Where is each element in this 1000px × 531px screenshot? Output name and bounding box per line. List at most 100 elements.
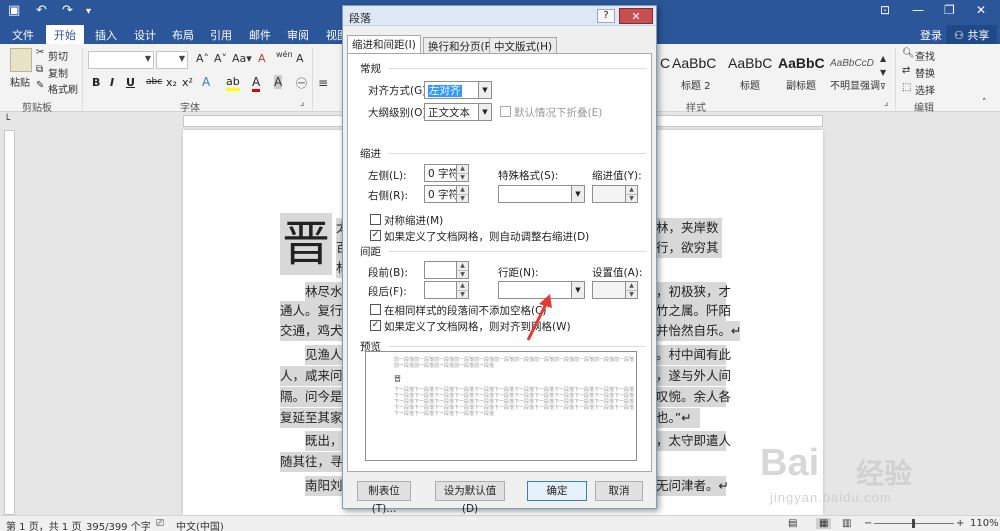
font-color-icon[interactable]: A xyxy=(252,75,261,92)
tab-references[interactable]: 引用 xyxy=(210,27,232,43)
dialog-title-bar[interactable]: 段落 ? ✕ xyxy=(343,6,656,26)
spin-down-icon[interactable]: ▼ xyxy=(625,290,637,298)
style-subtitle-preview[interactable]: AaBbC xyxy=(778,55,825,71)
space-after-spinner[interactable]: ▲ ▼ xyxy=(424,281,469,299)
underline-button[interactable]: U xyxy=(126,76,135,89)
indent-left-spinner[interactable]: 0 字符 ▲ ▼ xyxy=(424,164,469,182)
tab-asian-typography[interactable]: 中文版式(H) xyxy=(489,37,558,53)
subscript-button[interactable]: x₂ xyxy=(166,76,177,89)
tab-layout[interactable]: 布局 xyxy=(172,27,194,43)
spin-down-icon[interactable]: ▼ xyxy=(456,270,468,278)
replace-button[interactable]: 替换 xyxy=(915,65,935,80)
snap-to-grid-checkbox[interactable]: ✓ xyxy=(370,320,381,331)
spin-down-icon[interactable]: ▼ xyxy=(625,194,637,202)
minimize-icon[interactable]: — xyxy=(912,3,924,17)
find-button[interactable]: 查找 xyxy=(915,48,935,63)
enclose-char-icon[interactable]: ㊀ xyxy=(296,75,307,91)
cancel-button[interactable]: 取消 xyxy=(595,481,643,501)
bold-button[interactable]: B xyxy=(92,76,100,89)
restore-icon[interactable]: ❐ xyxy=(944,3,955,17)
tab-home[interactable]: 开始 xyxy=(46,25,84,46)
dialog-close-button[interactable]: ✕ xyxy=(619,8,653,24)
font-size-combo[interactable]: ▼ xyxy=(156,51,188,69)
web-layout-icon[interactable]: ▥ xyxy=(842,518,851,529)
spin-down-icon[interactable]: ▼ xyxy=(456,194,468,202)
customize-toolbar-icon[interactable]: ▾ xyxy=(86,6,91,17)
cut-icon[interactable]: ✂ xyxy=(36,47,44,58)
zoom-slider-thumb[interactable] xyxy=(912,519,915,528)
space-before-spinner[interactable]: ▲ ▼ xyxy=(424,261,469,279)
styles-scroll-down-icon[interactable]: ▼ xyxy=(880,68,886,77)
superscript-button[interactable]: x² xyxy=(182,76,193,89)
zoom-out-button[interactable]: − xyxy=(864,518,872,529)
zoom-in-button[interactable]: + xyxy=(956,518,964,529)
tab-insert[interactable]: 插入 xyxy=(95,27,117,43)
grow-font-icon[interactable]: A˄ xyxy=(196,52,209,65)
tabs-button[interactable]: 制表位(T)... xyxy=(357,481,411,515)
tab-file[interactable]: 文件 xyxy=(12,27,34,43)
print-layout-icon[interactable]: ▦ xyxy=(816,518,832,529)
spin-up-icon[interactable]: ▲ xyxy=(456,165,468,173)
collapse-checkbox[interactable] xyxy=(500,106,511,117)
select-button[interactable]: 选择 xyxy=(915,82,935,97)
undo-icon[interactable]: ↶ xyxy=(36,3,47,18)
help-button[interactable]: ? xyxy=(597,9,615,23)
italic-button[interactable]: I xyxy=(110,76,114,89)
char-border-icon[interactable]: A xyxy=(296,52,304,65)
outline-level-select[interactable]: 正文文本 ▼ xyxy=(424,103,492,121)
copy-icon[interactable]: ⧉ xyxy=(36,64,43,75)
read-mode-icon[interactable]: ▤ xyxy=(788,518,797,529)
tab-indents-spacing[interactable]: 缩进和间距(I) xyxy=(347,35,421,53)
set-default-button[interactable]: 设为默认值(D) xyxy=(435,481,505,515)
spin-up-icon[interactable]: ▲ xyxy=(625,186,637,194)
tab-selector-icon[interactable]: └ xyxy=(4,115,10,126)
shrink-font-icon[interactable]: A˅ xyxy=(214,52,227,65)
auto-adjust-right-checkbox[interactable]: ✓ xyxy=(370,230,381,241)
spin-up-icon[interactable]: ▲ xyxy=(625,282,637,290)
spin-down-icon[interactable]: ▼ xyxy=(456,173,468,181)
page-count[interactable]: 第 1 页，共 1 页 xyxy=(6,518,81,531)
format-painter-button[interactable]: 格式刷 xyxy=(48,81,78,96)
mirror-indents-checkbox[interactable] xyxy=(370,214,381,225)
highlight-icon[interactable]: ab xyxy=(226,75,240,91)
char-shading-icon[interactable]: A xyxy=(274,75,283,89)
style-heading2-preview[interactable]: AaBbC xyxy=(672,55,716,71)
language[interactable]: 中文(中国) xyxy=(176,518,224,531)
spin-up-icon[interactable]: ▲ xyxy=(456,262,468,270)
text-effects-icon[interactable]: A xyxy=(202,75,210,89)
spin-down-icon[interactable]: ▼ xyxy=(456,290,468,298)
share-button[interactable]: ⚇ 共享 xyxy=(946,25,998,46)
no-space-same-style-checkbox[interactable] xyxy=(370,304,381,315)
style-subtle-emphasis-preview[interactable]: AaBbCcD xyxy=(830,58,874,69)
change-case-icon[interactable]: Aa▾ xyxy=(232,52,252,65)
at-spinner[interactable]: ▲ ▼ xyxy=(592,281,638,299)
styles-dialog-launcher-icon[interactable]: ⌟ xyxy=(884,98,888,108)
ok-button[interactable]: 确定 xyxy=(527,481,587,501)
copy-button[interactable]: 复制 xyxy=(48,65,68,80)
ribbon-options-icon[interactable]: ⊡ xyxy=(880,3,890,17)
collapse-ribbon-icon[interactable]: ˄ xyxy=(982,98,987,108)
zoom-level[interactable]: 110% xyxy=(970,518,999,529)
tab-review[interactable]: 审阅 xyxy=(287,27,309,43)
redo-icon[interactable]: ↷ xyxy=(62,3,73,18)
spin-up-icon[interactable]: ▲ xyxy=(456,186,468,194)
styles-scroll-up-icon[interactable]: ▲ xyxy=(880,54,886,63)
login-link[interactable]: 登录 xyxy=(920,27,942,43)
spin-up-icon[interactable]: ▲ xyxy=(456,282,468,290)
style-preview[interactable]: C xyxy=(660,55,670,71)
style-title-preview[interactable]: AaBbC xyxy=(728,55,772,71)
alignment-select[interactable]: 左对齐 ▼ xyxy=(424,81,492,99)
dialog-launcher-icon[interactable]: ⌟ xyxy=(300,98,304,108)
paste-icon[interactable] xyxy=(10,48,32,72)
format-painter-icon[interactable]: ✎ xyxy=(36,80,44,91)
vertical-ruler[interactable] xyxy=(0,130,18,515)
proofing-icon[interactable]: ⎚ xyxy=(156,518,164,529)
paste-button[interactable]: 粘贴 xyxy=(10,74,30,89)
indent-right-spinner[interactable]: 0 字符 ▲ ▼ xyxy=(424,185,469,203)
close-icon[interactable]: ✕ xyxy=(976,3,986,17)
indent-by-spinner[interactable]: ▲ ▼ xyxy=(592,185,638,203)
font-name-combo[interactable]: ▼ xyxy=(88,51,154,69)
phonetic-guide-icon[interactable]: wén xyxy=(276,50,293,59)
styles-more-icon[interactable]: ⊽ xyxy=(880,82,886,91)
clear-format-icon[interactable]: A xyxy=(258,52,266,65)
